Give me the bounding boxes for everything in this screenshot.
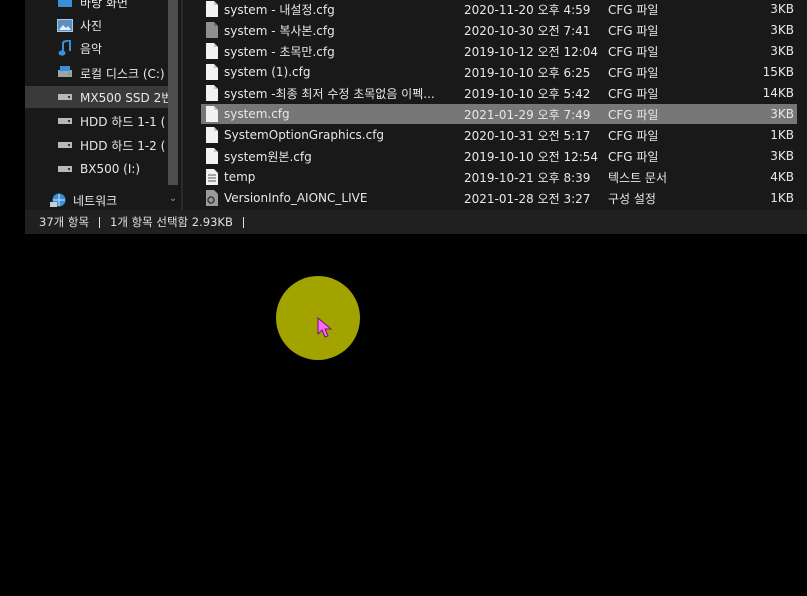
file-icon [205, 148, 219, 164]
file-row[interactable]: system - 내설정.cfg 2020-11-20 오후 4:59 CFG … [201, 0, 797, 19]
item-count: 37개 항목 [39, 215, 90, 229]
pictures-icon [56, 17, 74, 33]
scroll-down-arrow-icon[interactable]: ⌄ [167, 192, 179, 206]
file-row[interactable]: system - 복사본.cfg 2020-10-30 오전 7:41 CFG … [201, 20, 797, 40]
nav-item-pictures[interactable]: 사진 [25, 14, 175, 36]
file-row-selected[interactable]: system.cfg 2021-01-29 오후 7:49 CFG 파일 3KB [201, 104, 797, 124]
pane-divider[interactable] [181, 0, 183, 210]
status-bar: 37개 항목 1개 항목 선택함 2.93KB [25, 210, 807, 234]
file-icon [205, 1, 219, 17]
nav-item-hdd-1-1[interactable]: HDD 하드 1-1 ( [25, 110, 175, 132]
navigation-pane: 바탕 화면 사진 음악 로컬 디스크 (C:) MX500 SSD 2번 HDD… [25, 0, 181, 210]
nav-item-mx500-ssd[interactable]: MX500 SSD 2번 [25, 86, 175, 108]
network-icon [49, 192, 67, 208]
status-separator [242, 216, 244, 228]
file-row[interactable]: system원본.cfg 2019-10-10 오전 12:54 CFG 파일 … [201, 146, 797, 166]
file-icon [205, 106, 219, 122]
file-row[interactable]: temp 2019-10-21 오후 8:39 텍스트 문서 4KB [201, 167, 797, 187]
file-explorer-window: 바탕 화면 사진 음악 로컬 디스크 (C:) MX500 SSD 2번 HDD… [25, 0, 807, 234]
nav-item-desktop[interactable]: 바탕 화면 [25, 0, 175, 13]
file-row[interactable]: system - 초목만.cfg 2019-10-12 오전 12:04 CFG… [201, 41, 797, 61]
local-disk-icon [56, 65, 74, 81]
file-row[interactable]: SystemOptionGraphics.cfg 2020-10-31 오전 5… [201, 125, 797, 145]
nav-item-local-disk-c[interactable]: 로컬 디스크 (C:) [25, 62, 175, 84]
file-icon [205, 85, 219, 101]
selection-info: 1개 항목 선택함 2.93KB [110, 215, 233, 229]
nav-item-music[interactable]: 음악 [25, 37, 175, 59]
drive-icon [56, 89, 74, 105]
nav-item-bx500[interactable]: BX500 (I:) [25, 158, 175, 180]
nav-item-hdd-1-2[interactable]: HDD 하드 1-2 ( [25, 134, 175, 156]
desktop-icon [56, 0, 74, 10]
music-icon [56, 40, 74, 56]
file-icon [205, 43, 219, 59]
nav-item-network[interactable]: 네트워크 [25, 189, 175, 210]
mouse-pointer-icon [317, 317, 333, 338]
nav-scroll-thumb[interactable] [168, 0, 178, 185]
file-row[interactable]: VersionInfo_AIONC_LIVE 2021-01-28 오전 3:2… [201, 188, 797, 208]
file-list: system - 내설정.cfg 2020-11-20 오후 4:59 CFG … [201, 0, 807, 210]
file-row[interactable]: system -최종 최저 수정 초목없음 이펙... 2019-10-10 오… [201, 83, 797, 103]
drive-icon [56, 137, 74, 153]
drive-icon [56, 113, 74, 129]
file-icon [205, 127, 219, 143]
text-file-icon [205, 169, 219, 185]
file-row[interactable]: system (1).cfg 2019-10-10 오후 6:25 CFG 파일… [201, 62, 797, 82]
config-file-icon [205, 190, 219, 206]
file-gray-icon [205, 22, 219, 38]
status-separator [99, 216, 101, 228]
drive-icon [56, 161, 74, 177]
file-icon [205, 64, 219, 80]
